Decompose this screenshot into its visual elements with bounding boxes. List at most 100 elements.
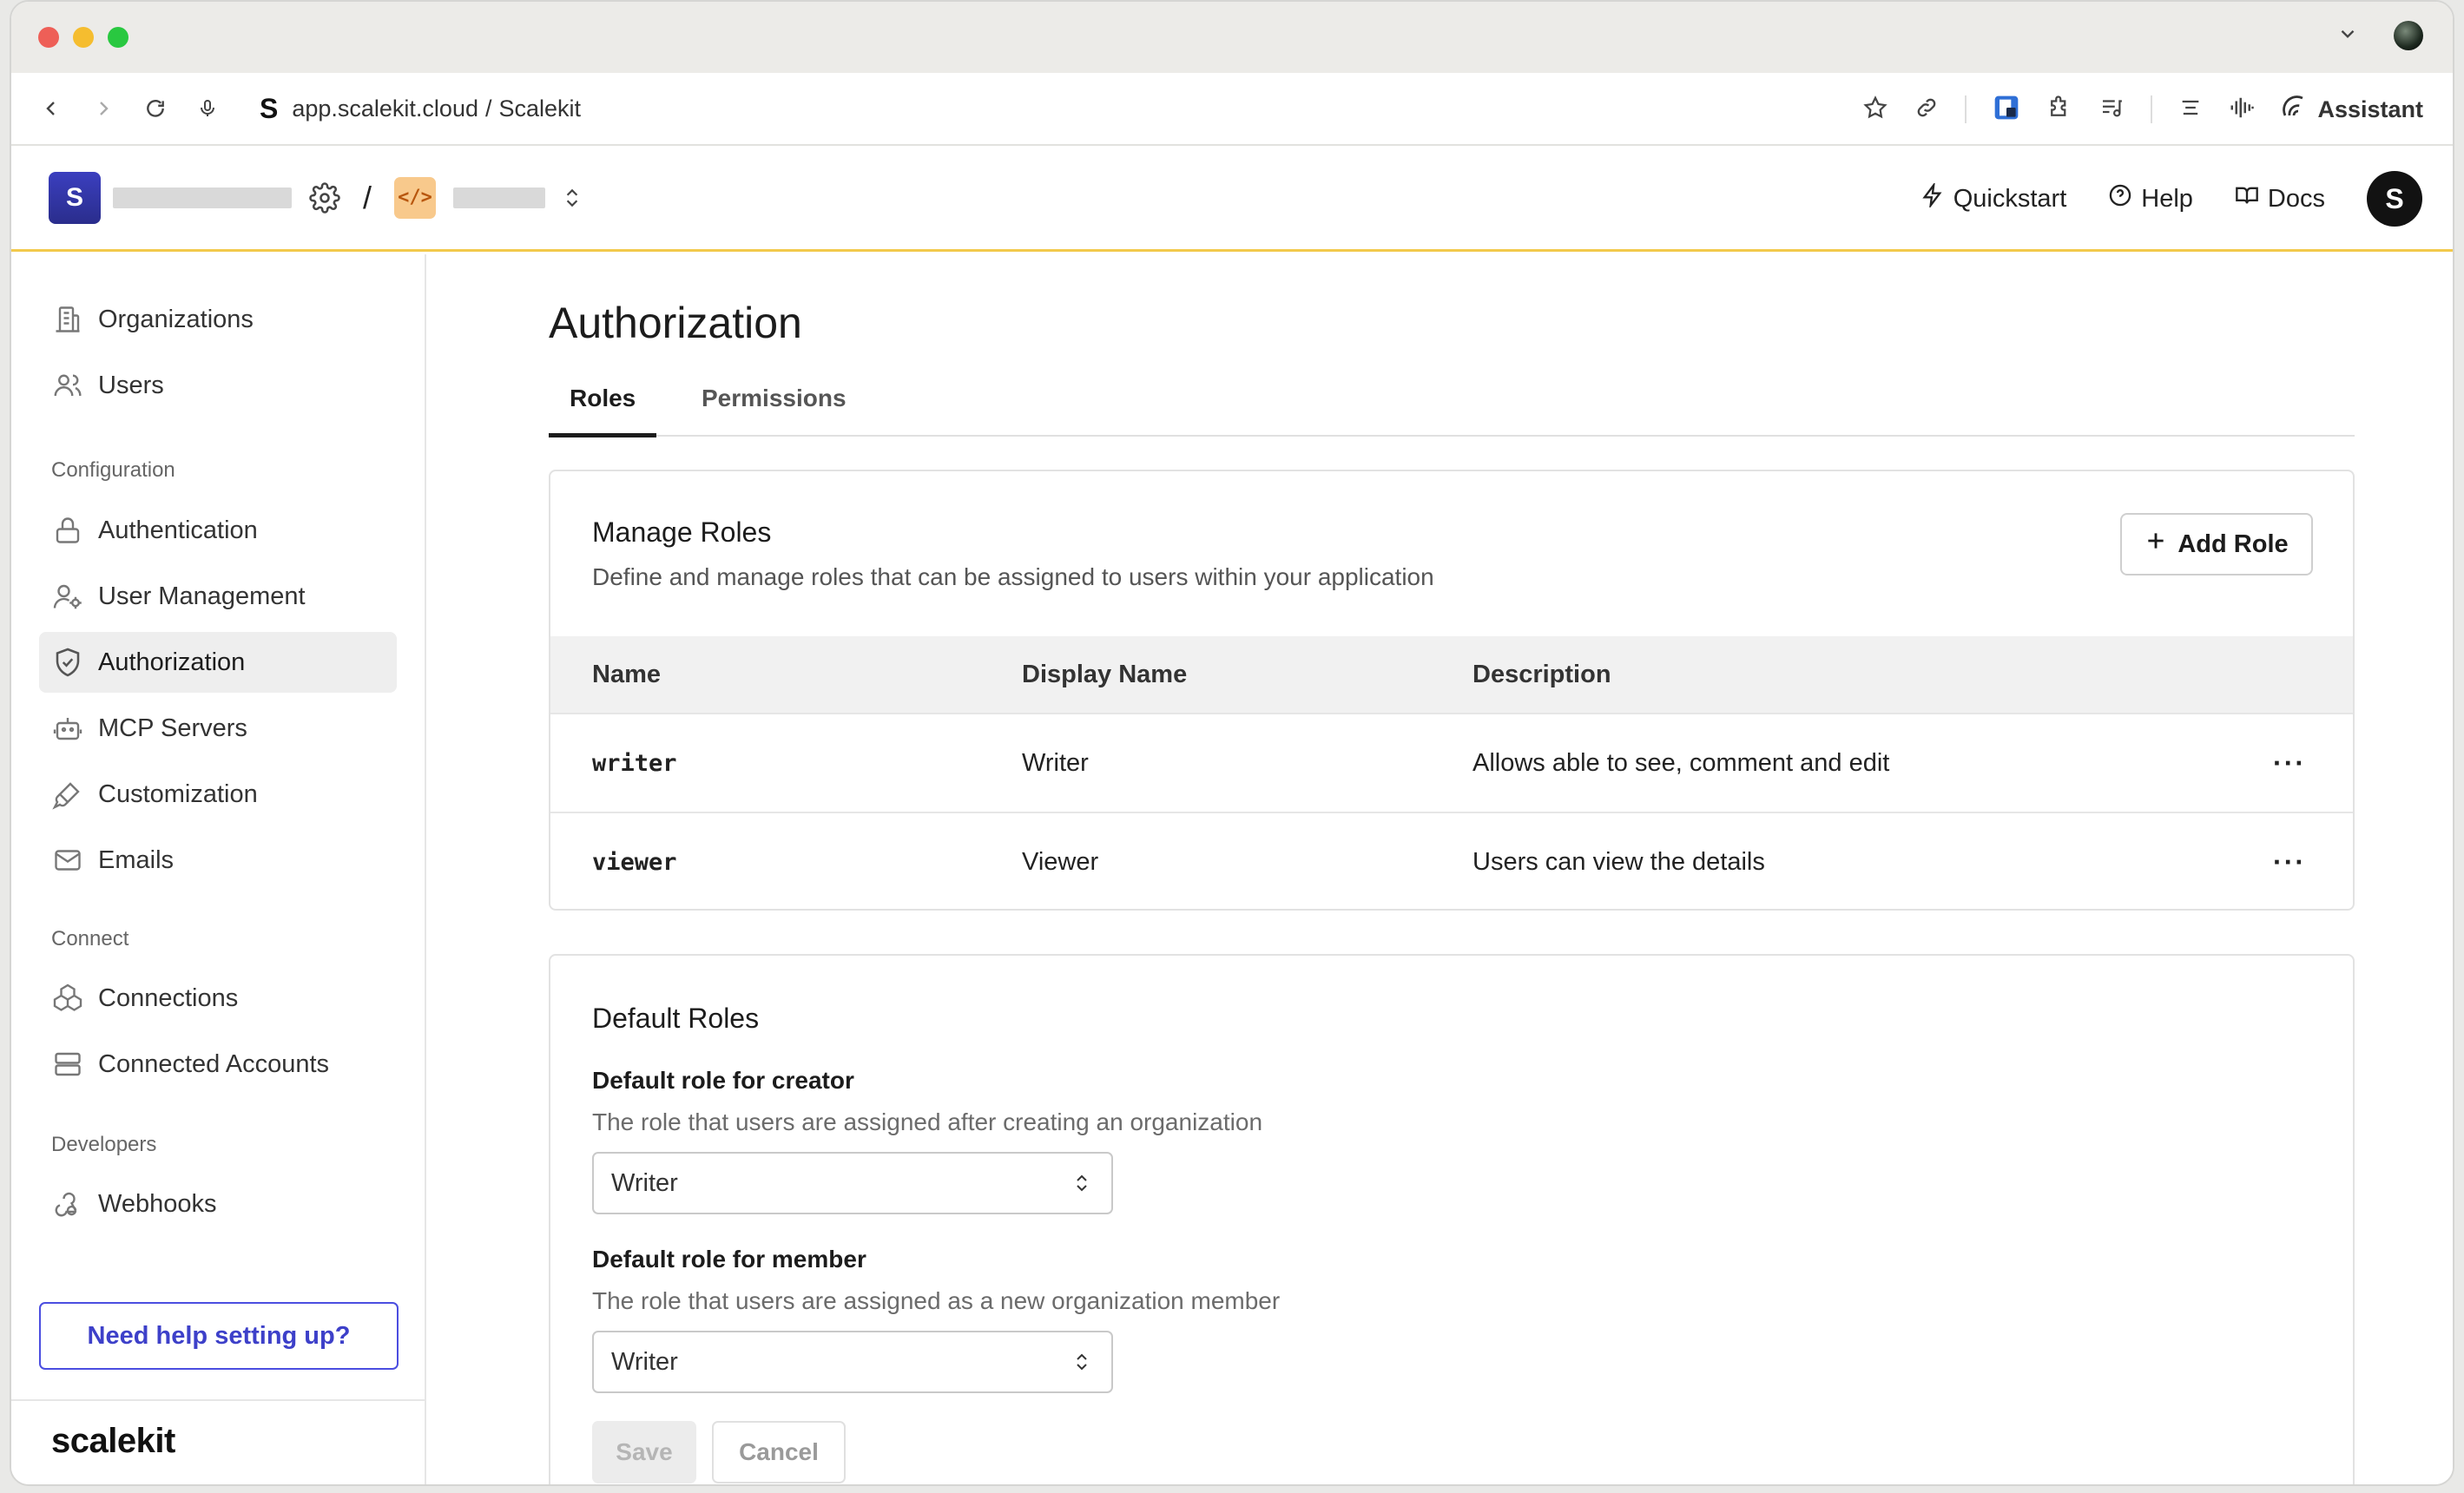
- assistant-swirl-icon: [2281, 94, 2307, 126]
- sidebar-item-label: Authorization: [98, 648, 246, 676]
- need-help-button[interactable]: Need help setting up?: [39, 1302, 399, 1370]
- boxes-icon: [51, 982, 84, 1015]
- maximize-window-button[interactable]: [108, 27, 128, 48]
- sidebar-item-emails[interactable]: Emails: [39, 830, 397, 891]
- sidebar-item-connected-accounts[interactable]: Connected Accounts: [39, 1034, 397, 1095]
- quickstart-link[interactable]: Quickstart: [1920, 181, 2067, 214]
- sidebar-item-label: Users: [98, 371, 164, 399]
- plus-icon: [2144, 529, 2167, 559]
- sidebar-item-authentication[interactable]: Authentication: [39, 500, 397, 561]
- column-header-description[interactable]: Description: [1472, 636, 1611, 713]
- app-header: S / </> Quickstart Help Docs S: [11, 146, 2453, 252]
- reader-list-icon[interactable]: [2178, 95, 2203, 124]
- sidebar-item-label: User Management: [98, 582, 306, 610]
- window-controls: [38, 27, 128, 48]
- creator-role-select[interactable]: Writer: [592, 1152, 1113, 1214]
- member-role-select[interactable]: Writer: [592, 1331, 1113, 1393]
- environment-code-icon[interactable]: </>: [394, 176, 437, 219]
- close-window-button[interactable]: [38, 27, 59, 48]
- audio-waveform-icon[interactable]: [2229, 95, 2255, 125]
- sidebar-item-label: Authentication: [98, 516, 258, 544]
- member-role-help: The role that users are assigned as a ne…: [592, 1287, 1281, 1314]
- column-header-name[interactable]: Name: [592, 636, 661, 713]
- sidebar-item-users[interactable]: Users: [39, 355, 397, 416]
- cancel-button[interactable]: Cancel: [712, 1421, 846, 1483]
- assistant-button[interactable]: Assistant: [2281, 94, 2423, 126]
- sidebar-item-label: Webhooks: [98, 1189, 217, 1218]
- paintbrush-icon: [51, 778, 84, 811]
- sidebar-item-authorization[interactable]: Authorization: [39, 632, 397, 693]
- role-display-name: Writer: [1022, 748, 1089, 777]
- row-more-options-icon[interactable]: ···: [2273, 813, 2306, 909]
- browser-profile-icon[interactable]: [2394, 21, 2423, 50]
- role-description: Users can view the details: [1472, 847, 1765, 876]
- table-row[interactable]: viewer Viewer Users can view the details…: [550, 812, 2353, 909]
- docs-link[interactable]: Docs: [2235, 183, 2325, 214]
- sidebar-item-mcp-servers[interactable]: MCP Servers: [39, 698, 397, 759]
- environment-switcher-chevron-icon[interactable]: [561, 185, 583, 211]
- section-configuration: Configuration: [51, 458, 175, 482]
- member-role-label: Default role for member: [592, 1246, 866, 1273]
- lock-icon: [51, 514, 84, 547]
- bookmark-star-icon[interactable]: [1862, 95, 1888, 125]
- server-icon: [51, 1048, 84, 1081]
- docs-label: Docs: [2267, 184, 2325, 213]
- url-page-title: Scalekit: [498, 95, 582, 122]
- users-icon: [51, 369, 84, 402]
- member-role-value: Writer: [611, 1347, 678, 1376]
- password-manager-extension-icon[interactable]: [1993, 94, 2020, 126]
- sidebar-item-customization[interactable]: Customization: [39, 764, 397, 825]
- save-button[interactable]: Save: [592, 1421, 696, 1483]
- sidebar-item-label: Connected Accounts: [98, 1049, 330, 1078]
- microphone-icon[interactable]: [188, 89, 227, 128]
- tab-list-chevron-icon[interactable]: [2336, 23, 2359, 49]
- add-role-label: Add Role: [2177, 529, 2289, 558]
- sidebar-item-organizations[interactable]: Organizations: [39, 289, 397, 350]
- creator-role-label: Default role for creator: [592, 1067, 854, 1094]
- tab-bar: Roles Permissions: [549, 385, 2355, 437]
- help-link[interactable]: Help: [2108, 183, 2193, 214]
- creator-role-help: The role that users are assigned after c…: [592, 1108, 1263, 1135]
- table-row[interactable]: writer Writer Allows able to see, commen…: [550, 713, 2353, 810]
- tab-roles[interactable]: Roles: [549, 385, 657, 437]
- extensions-puzzle-icon[interactable]: [2046, 95, 2072, 125]
- column-header-display-name[interactable]: Display Name: [1022, 636, 1187, 713]
- url-field[interactable]: S app.scalekit.cloud / Scalekit: [260, 93, 581, 125]
- sidebar-item-connections[interactable]: Connections: [39, 968, 397, 1029]
- sidebar-item-webhooks[interactable]: Webhooks: [39, 1174, 397, 1234]
- toolbar-divider-2: [2151, 95, 2153, 123]
- sidebar-item-label: MCP Servers: [98, 714, 247, 742]
- manage-roles-title: Manage Roles: [592, 516, 772, 548]
- row-more-options-icon[interactable]: ···: [2273, 714, 2306, 812]
- user-avatar[interactable]: S: [2367, 171, 2422, 227]
- workspace-avatar[interactable]: S: [49, 171, 101, 224]
- forward-icon[interactable]: [84, 89, 122, 128]
- section-developers: Developers: [51, 1133, 157, 1156]
- add-role-button[interactable]: Add Role: [2120, 513, 2313, 575]
- section-connect: Connect: [51, 927, 129, 950]
- address-bar: S app.scalekit.cloud / Scalekit Assistan…: [11, 73, 2453, 146]
- tab-permissions-label: Permissions: [702, 385, 847, 411]
- sidebar-footer: scalekit: [11, 1399, 425, 1484]
- tab-permissions[interactable]: Permissions: [684, 385, 864, 437]
- brand-logo: scalekit: [51, 1422, 175, 1460]
- user-gear-icon: [51, 580, 84, 613]
- minimize-window-button[interactable]: [73, 27, 94, 48]
- link-icon[interactable]: [1914, 95, 1939, 124]
- environment-name-redacted[interactable]: [453, 187, 546, 208]
- media-queue-icon[interactable]: [2098, 95, 2125, 125]
- building-icon: [51, 303, 84, 336]
- webhook-icon: [51, 1187, 84, 1220]
- workspace-name-redacted[interactable]: [113, 187, 292, 208]
- sidebar-item-user-management[interactable]: User Management: [39, 566, 397, 627]
- quickstart-label: Quickstart: [1953, 184, 2067, 213]
- creator-role-value: Writer: [611, 1168, 678, 1197]
- back-icon[interactable]: [32, 89, 70, 128]
- role-name: viewer: [592, 848, 677, 876]
- header-actions: Quickstart Help Docs S: [1920, 146, 2422, 252]
- site-favicon-icon: S: [260, 92, 279, 124]
- mail-icon: [51, 844, 84, 877]
- workspace-settings-gear-icon[interactable]: [309, 181, 340, 214]
- assistant-label: Assistant: [2317, 95, 2423, 122]
- reload-icon[interactable]: [136, 89, 175, 128]
